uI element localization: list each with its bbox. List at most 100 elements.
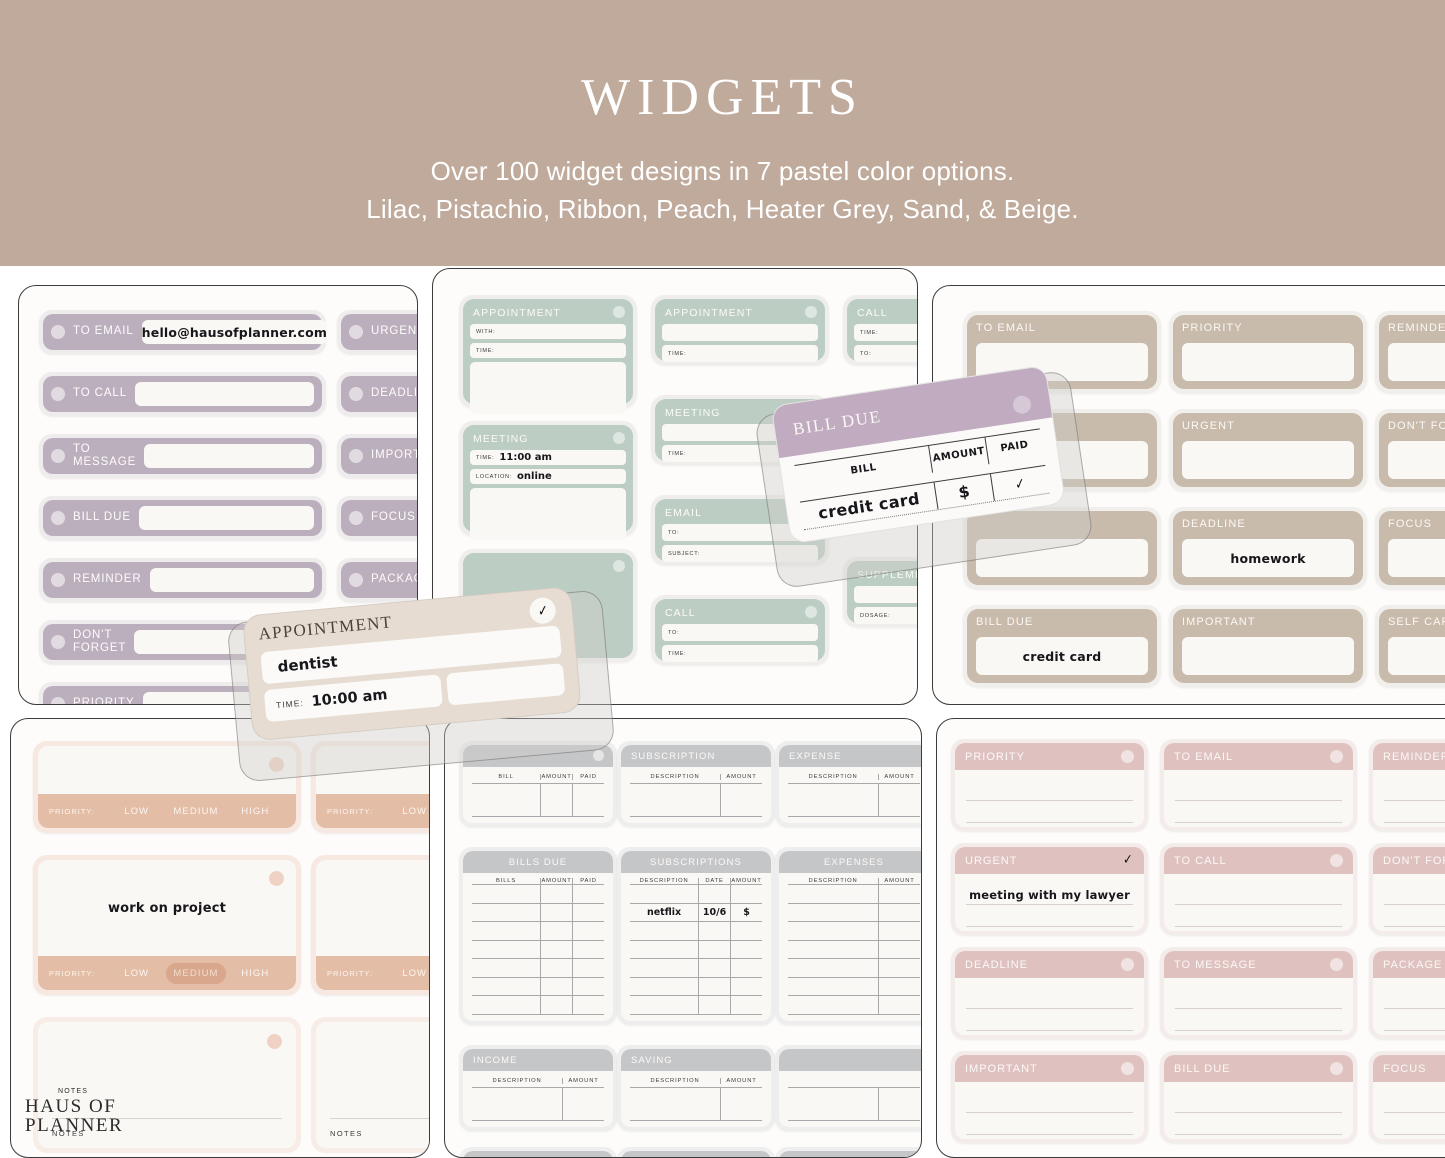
widget-lined-don-t-forget[interactable]: DON'T FORGET xyxy=(1369,843,1445,935)
priority-note-area[interactable]: work on project xyxy=(38,860,296,956)
lined-row[interactable] xyxy=(1175,801,1342,823)
widget-lined-to-email[interactable]: TO EMAIL xyxy=(1160,739,1357,831)
table-cell[interactable] xyxy=(721,784,762,816)
table-row[interactable] xyxy=(788,1087,920,1121)
lined-row[interactable] xyxy=(1175,905,1342,927)
table-cell[interactable] xyxy=(879,978,920,996)
priority-option-medium[interactable]: MEDIUM xyxy=(166,806,225,817)
widget-lined-to-call[interactable]: TO CALL xyxy=(1160,843,1357,935)
widget-block-deadline[interactable]: DEADLINE homework xyxy=(1169,507,1367,589)
widget-table-subscriptions[interactable]: SUBSCRIPTIONS DESCRIPTION DATE AMOUNT net… xyxy=(617,847,775,1025)
table-cell[interactable] xyxy=(788,885,880,903)
table-row[interactable] xyxy=(788,783,920,817)
widget-lined-deadline[interactable]: DEADLINE xyxy=(951,947,1148,1039)
block-input[interactable] xyxy=(1388,343,1445,381)
lined-row[interactable] xyxy=(1175,779,1342,801)
field-row[interactable]: TO: xyxy=(854,345,917,362)
lined-row[interactable] xyxy=(1384,1091,1445,1113)
priority-note-area[interactable] xyxy=(316,860,429,956)
table-cell[interactable] xyxy=(472,885,542,903)
table-cell[interactable] xyxy=(573,941,604,959)
table-cell[interactable] xyxy=(630,977,700,996)
table-cell[interactable]: 10/6 xyxy=(699,903,732,922)
priority-option-low[interactable]: LOW xyxy=(385,968,429,979)
table-cell[interactable] xyxy=(573,904,604,922)
lined-row[interactable] xyxy=(1384,779,1445,801)
block-input[interactable] xyxy=(1388,637,1445,675)
field-row[interactable] xyxy=(662,324,818,341)
table-cell[interactable] xyxy=(879,922,920,940)
table-row[interactable] xyxy=(472,1087,604,1121)
table-cell[interactable] xyxy=(788,903,880,922)
widget-box-call[interactable]: CALL TO: TIME: xyxy=(651,595,829,665)
widget-pill-focus[interactable]: FOCUS xyxy=(337,496,417,540)
widget-table-partial[interactable] xyxy=(459,1147,617,1157)
widget-block-bill-due[interactable]: BILL DUE credit card xyxy=(963,605,1161,687)
table-cell[interactable] xyxy=(541,940,574,959)
table-row[interactable] xyxy=(788,996,920,1016)
table-cell[interactable] xyxy=(541,903,574,922)
table-row[interactable] xyxy=(630,977,762,997)
table-cell[interactable] xyxy=(879,885,920,903)
table-cell[interactable]: $ xyxy=(731,904,762,922)
table-cell[interactable] xyxy=(630,885,700,903)
table-cell[interactable] xyxy=(541,922,574,940)
lined-row[interactable] xyxy=(966,1009,1133,1031)
widget-lined-important[interactable]: IMPORTANT xyxy=(951,1051,1148,1143)
block-input[interactable] xyxy=(1388,539,1445,577)
table-cell[interactable] xyxy=(879,959,920,977)
table-cell[interactable] xyxy=(573,996,604,1014)
table-row[interactable] xyxy=(472,959,604,978)
table-cell[interactable] xyxy=(573,922,604,940)
table-row[interactable] xyxy=(788,940,920,960)
field-row[interactable]: TIME: xyxy=(854,324,917,341)
field-row[interactable] xyxy=(854,586,917,603)
widget-lined-focus[interactable]: FOCUS xyxy=(1369,1051,1445,1143)
table-row[interactable] xyxy=(630,922,762,941)
priority-option-low[interactable]: LOW xyxy=(107,968,166,979)
table-cell[interactable] xyxy=(731,941,762,959)
lined-row[interactable] xyxy=(1175,1009,1342,1031)
table-cell[interactable] xyxy=(699,940,732,959)
field-row[interactable]: TIME: xyxy=(470,343,626,358)
priority-option-medium[interactable]: MEDIUM xyxy=(166,962,226,984)
widget-table-saving[interactable]: SAVING DESCRIPTION AMOUNT xyxy=(617,1045,775,1131)
lined-row[interactable] xyxy=(1384,883,1445,905)
lined-row[interactable] xyxy=(966,801,1133,823)
lined-row[interactable] xyxy=(1175,987,1342,1009)
widget-priority-card[interactable]: work on project PRIORITY: LOW MEDIUM HIGH xyxy=(33,855,301,995)
table-cell[interactable] xyxy=(699,959,732,977)
table-row[interactable] xyxy=(630,940,762,960)
lined-row[interactable] xyxy=(1384,1113,1445,1135)
table-row[interactable] xyxy=(788,959,920,978)
lined-row[interactable] xyxy=(1175,1091,1342,1113)
block-input[interactable] xyxy=(1182,637,1354,675)
table-cell[interactable] xyxy=(731,959,762,977)
table-row[interactable] xyxy=(472,783,604,817)
table-cell[interactable] xyxy=(573,959,604,977)
widget-table-blank[interactable] xyxy=(775,1045,921,1131)
lined-row[interactable] xyxy=(1384,1009,1445,1031)
widget-block-self-care[interactable]: SELF CARE xyxy=(1375,605,1445,687)
block-input[interactable] xyxy=(1182,441,1354,479)
widget-lined-urgent[interactable]: URGENT ✓ meeting with my lawyer xyxy=(951,843,1148,935)
table-row[interactable] xyxy=(472,996,604,1016)
table-cell[interactable] xyxy=(788,1087,880,1120)
table-row[interactable] xyxy=(630,885,762,904)
table-row[interactable] xyxy=(472,940,604,960)
block-input[interactable]: homework xyxy=(1182,539,1354,577)
pill-input[interactable]: hello@hausofplanner.com xyxy=(141,320,328,344)
widget-notes-card[interactable]: NOTES xyxy=(311,1017,429,1153)
table-row[interactable] xyxy=(788,885,920,904)
lined-row[interactable] xyxy=(1384,905,1445,927)
priority-option-high[interactable]: HIGH xyxy=(226,968,285,979)
widget-pill-important[interactable]: IMPORTANT xyxy=(337,434,417,478)
field-row[interactable]: TIME: xyxy=(662,345,818,362)
table-cell[interactable] xyxy=(879,996,920,1014)
table-cell[interactable] xyxy=(472,1087,564,1120)
floating-appointment-card[interactable]: APPOINTMENT ✓ dentist TIME: 10:00 am xyxy=(226,586,616,783)
table-cell[interactable] xyxy=(879,1088,920,1120)
table-row[interactable] xyxy=(472,885,604,904)
priority-option-high[interactable]: HIGH xyxy=(226,806,285,817)
table-cell[interactable] xyxy=(699,922,732,940)
